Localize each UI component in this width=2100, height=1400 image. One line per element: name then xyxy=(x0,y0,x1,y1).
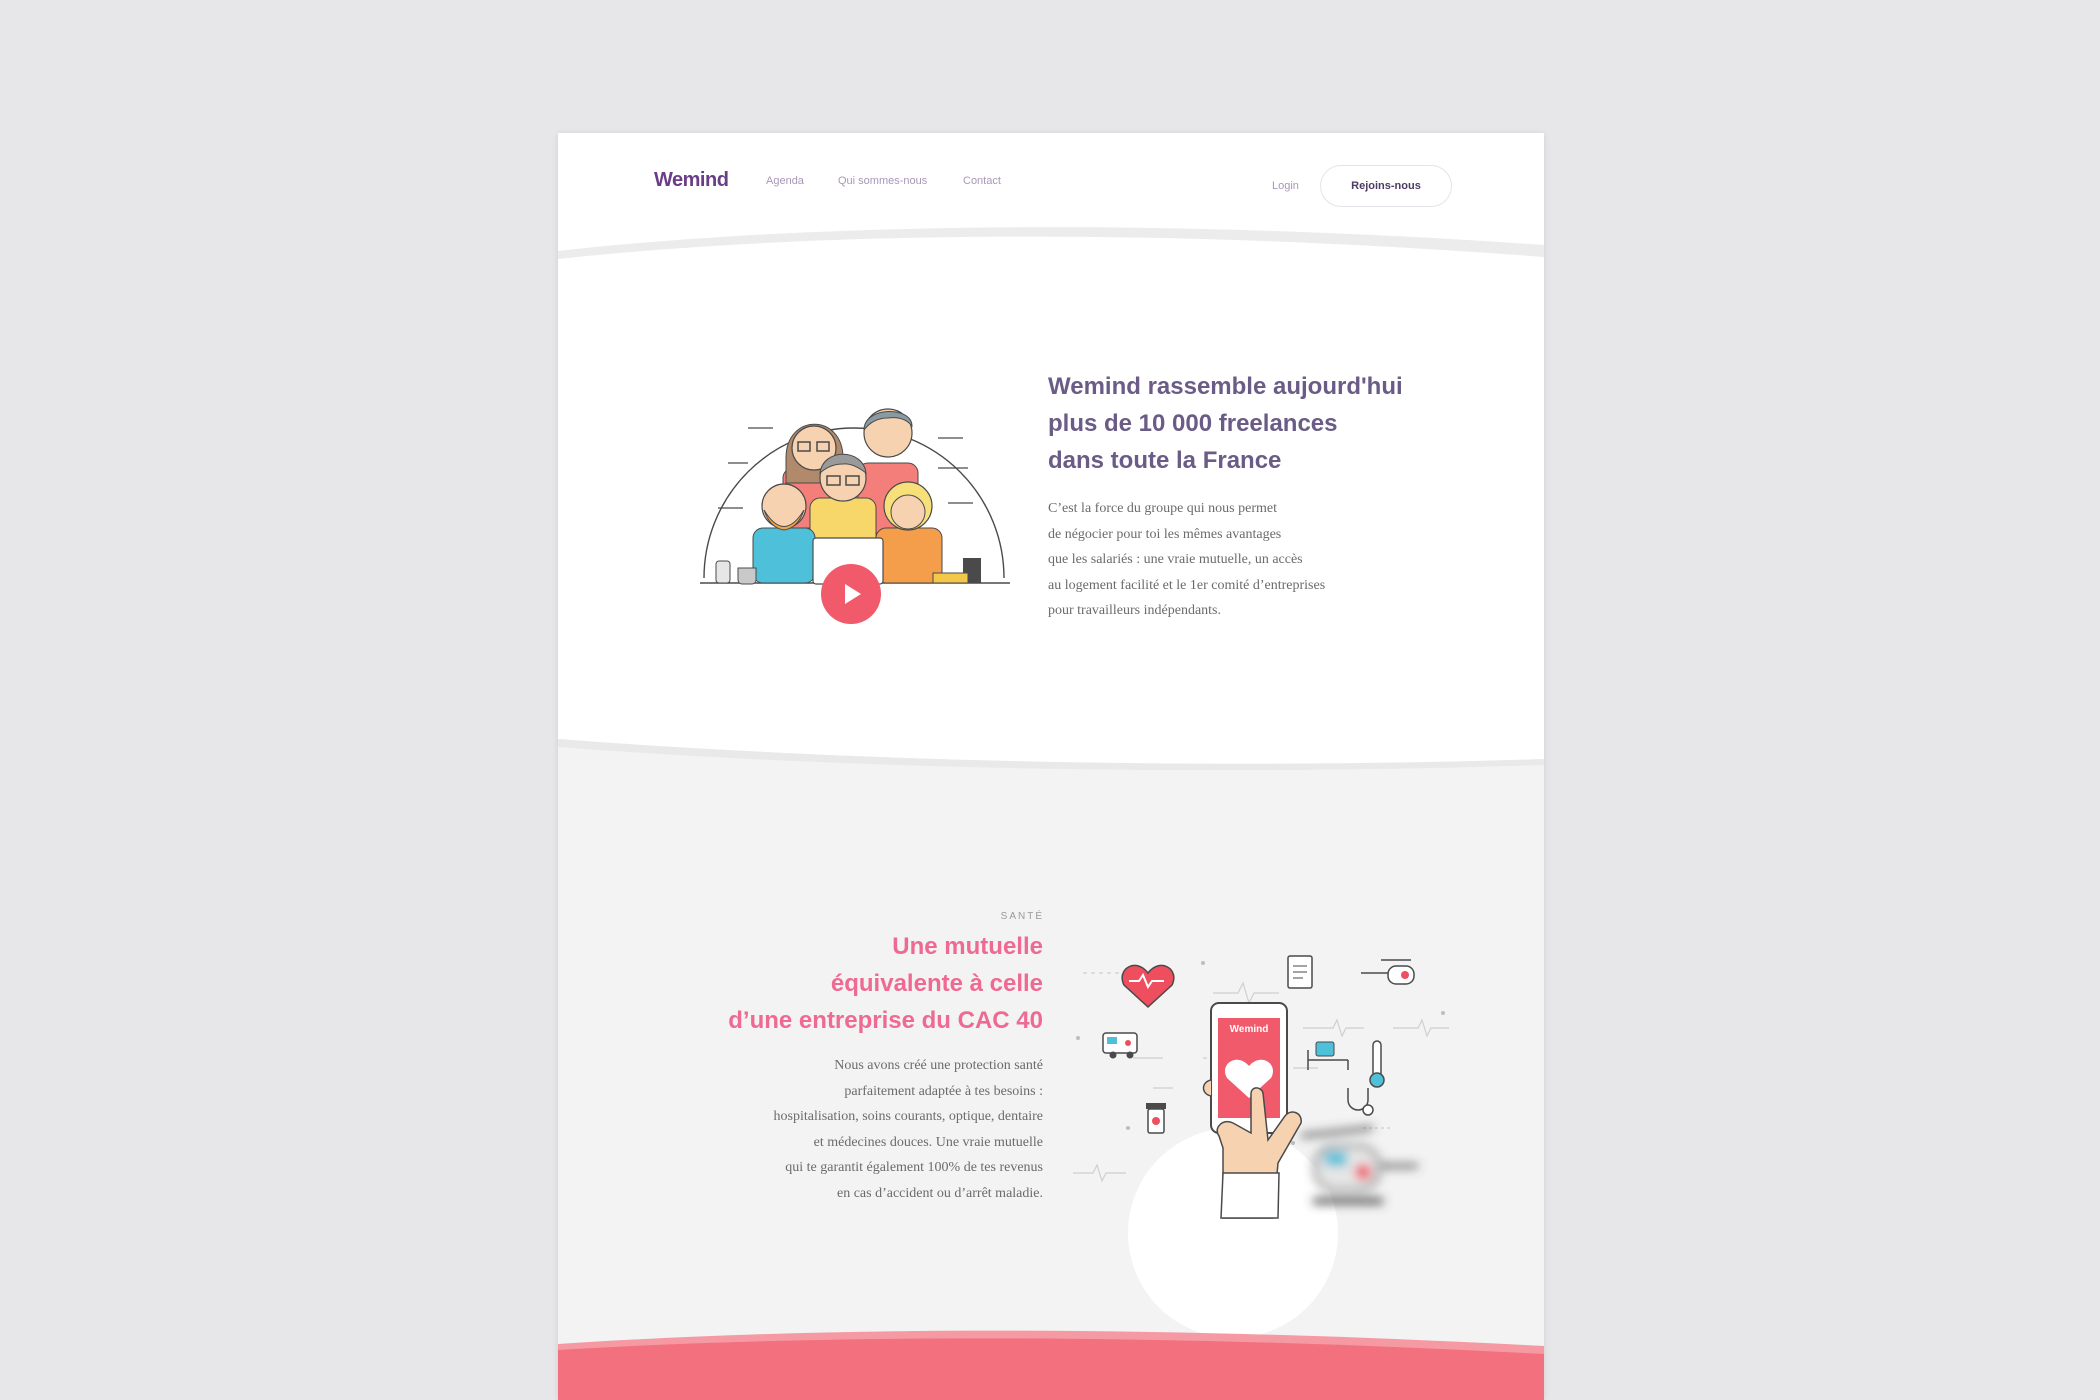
intro-title-line: dans toute la France xyxy=(1048,447,1282,474)
footer-wave xyxy=(558,1330,1544,1400)
phone-logo: Wemind xyxy=(1230,1024,1269,1035)
health-illustration: Wemind xyxy=(1073,955,1449,1338)
intro-line: au logement facilité et le 1er comité d’… xyxy=(1048,577,1326,593)
pill-bottle-icon xyxy=(1146,1103,1166,1134)
login-link[interactable]: Login xyxy=(1272,180,1299,192)
bed-icon xyxy=(1307,1041,1349,1070)
sante-title-line: équivalente à celle xyxy=(830,970,1043,997)
join-button[interactable]: Rejoins-nous xyxy=(1320,165,1452,207)
sante-line: Nous avons créé une protection santé xyxy=(834,1058,1043,1073)
intro-line: de négocier pour toi les mêmes avantages xyxy=(1048,526,1282,542)
header-wave-divider xyxy=(558,227,1544,273)
sante-paragraph: Nous avons créé une protection santé par… xyxy=(683,1053,1043,1206)
intro-line: que les salariés : une vraie mutuelle, u… xyxy=(1048,552,1303,567)
logo[interactable]: Wemind xyxy=(654,169,729,192)
landing-page: Wemind Agenda Qui sommes-nous Contact Lo… xyxy=(558,133,1544,1400)
sante-kicker: SANTÉ xyxy=(1000,911,1044,922)
sante-title: Une mutuelle équivalente à celle d’une e… xyxy=(683,928,1043,1039)
sante-title-line: d’une entreprise du CAC 40 xyxy=(728,1007,1043,1034)
document-icon xyxy=(1287,955,1313,989)
intro-line: pour travailleurs indépendants. xyxy=(1048,603,1222,618)
stethoscope-icon xyxy=(1347,1088,1374,1116)
intro-title: Wemind rassemble aujourd'hui plus de 10 … xyxy=(1048,368,1468,479)
thermometer-icon xyxy=(1369,1040,1385,1088)
sante-title-line: Une mutuelle xyxy=(892,933,1043,960)
sante-line: hospitalisation, soins courants, optique… xyxy=(773,1109,1043,1124)
helicopter-icon xyxy=(1361,959,1415,985)
nav-contact[interactable]: Contact xyxy=(963,175,1001,187)
nav-qui-sommes-nous[interactable]: Qui sommes-nous xyxy=(838,175,927,187)
play-video-button[interactable] xyxy=(820,563,882,625)
intro-paragraph: C’est la force du groupe qui nous permet… xyxy=(1048,496,1408,624)
nav-agenda[interactable]: Agenda xyxy=(766,175,804,187)
intro-title-line: Wemind rassemble aujourd'hui xyxy=(1048,373,1403,400)
intro-title-line: plus de 10 000 freelances xyxy=(1048,410,1338,437)
section-wave-divider xyxy=(558,729,1544,771)
sante-line: et médecines douces. Une vraie mutuelle xyxy=(813,1134,1043,1150)
sante-line: parfaitement adaptée à tes besoins : xyxy=(844,1083,1043,1099)
join-button-label: Rejoins-nous xyxy=(1351,180,1421,192)
ambulance-icon xyxy=(1102,1032,1138,1059)
sante-line: en cas d’accident ou d’arrêt maladie. xyxy=(836,1185,1043,1201)
sante-line: qui te garantit également 100% de tes re… xyxy=(785,1160,1043,1175)
intro-line: C’est la force du groupe qui nous permet xyxy=(1048,501,1277,516)
